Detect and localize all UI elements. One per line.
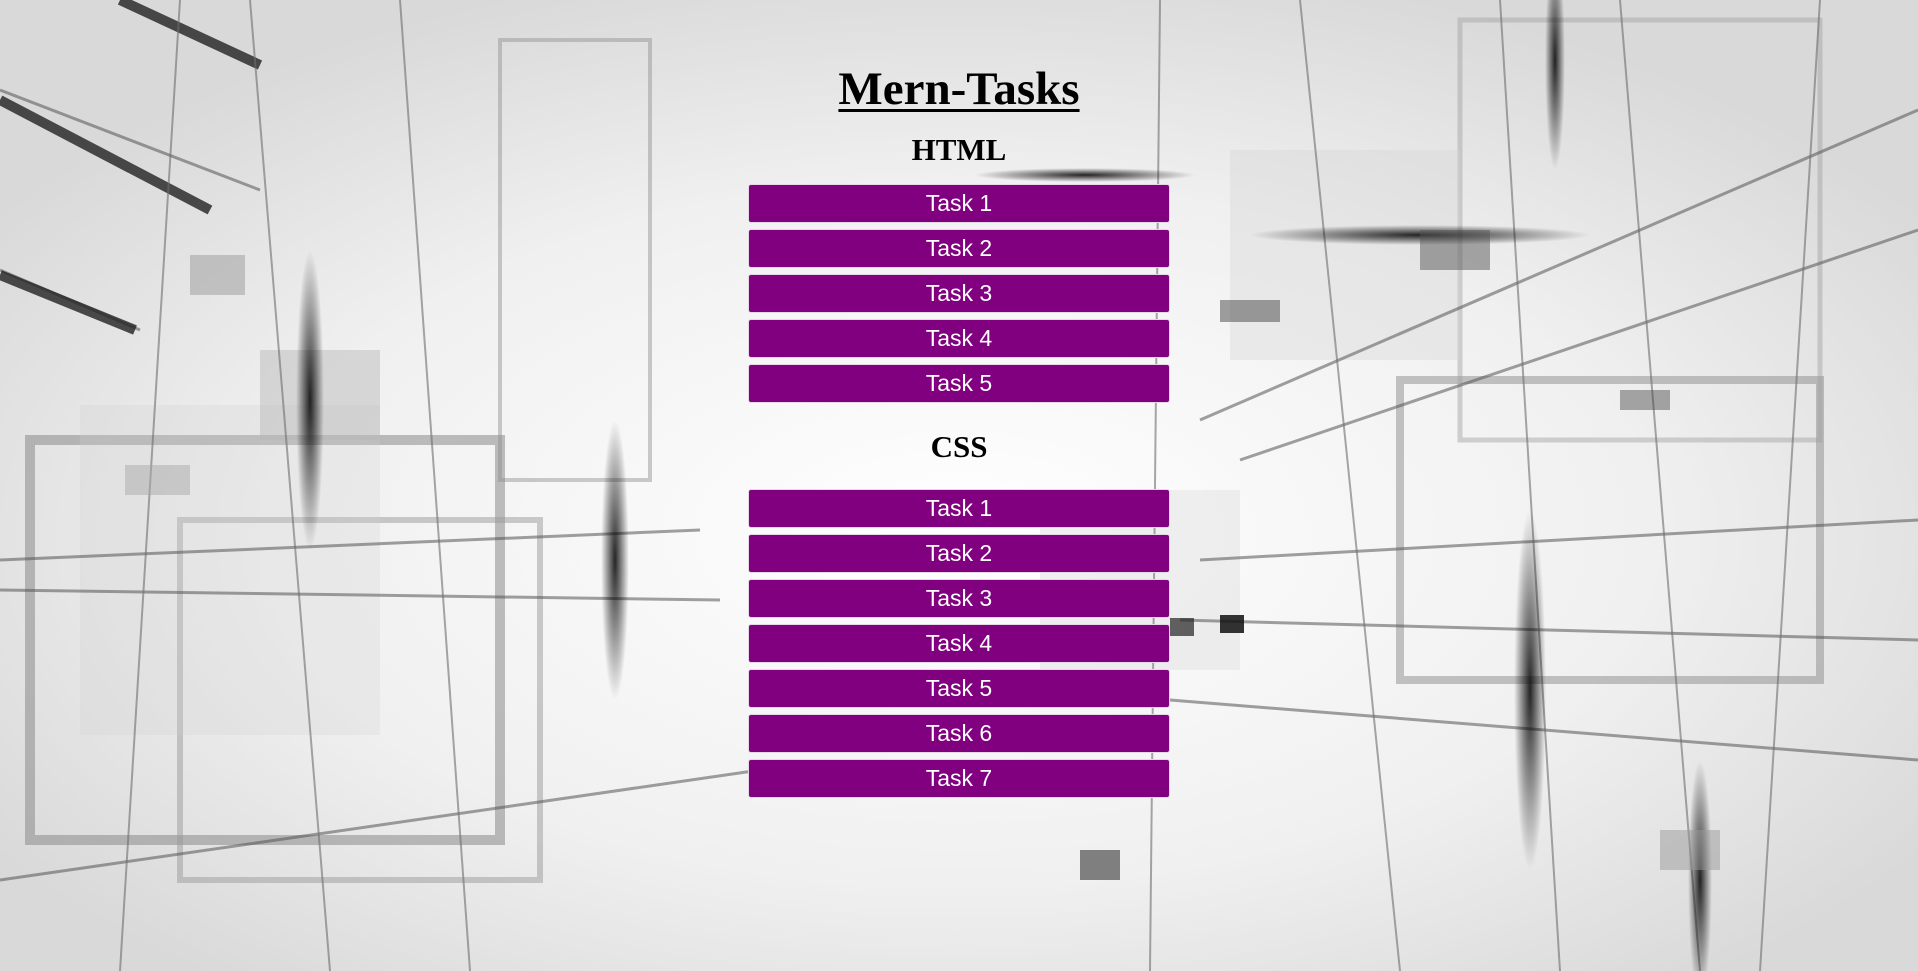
task-button-html-5[interactable]: Task 5 [748,364,1170,403]
main-content: Mern-Tasks HTML Task 1 Task 2 Task 3 Tas… [0,0,1918,804]
task-button-html-2[interactable]: Task 2 [748,229,1170,268]
task-list-html: Task 1 Task 2 Task 3 Task 4 Task 5 [748,184,1170,409]
task-button-css-6[interactable]: Task 6 [748,714,1170,753]
task-button-css-4[interactable]: Task 4 [748,624,1170,663]
section-title-css: CSS [930,429,988,464]
task-button-css-7[interactable]: Task 7 [748,759,1170,798]
task-button-css-1[interactable]: Task 1 [748,489,1170,528]
section-title-html: HTML [911,132,1007,167]
page-title: Mern-Tasks [838,63,1080,115]
task-button-css-3[interactable]: Task 3 [748,579,1170,618]
task-button-css-2[interactable]: Task 2 [748,534,1170,573]
task-button-html-3[interactable]: Task 3 [748,274,1170,313]
task-button-html-1[interactable]: Task 1 [748,184,1170,223]
task-list-css: Task 1 Task 2 Task 3 Task 4 Task 5 Task … [748,489,1170,804]
task-button-css-5[interactable]: Task 5 [748,669,1170,708]
task-button-html-4[interactable]: Task 4 [748,319,1170,358]
